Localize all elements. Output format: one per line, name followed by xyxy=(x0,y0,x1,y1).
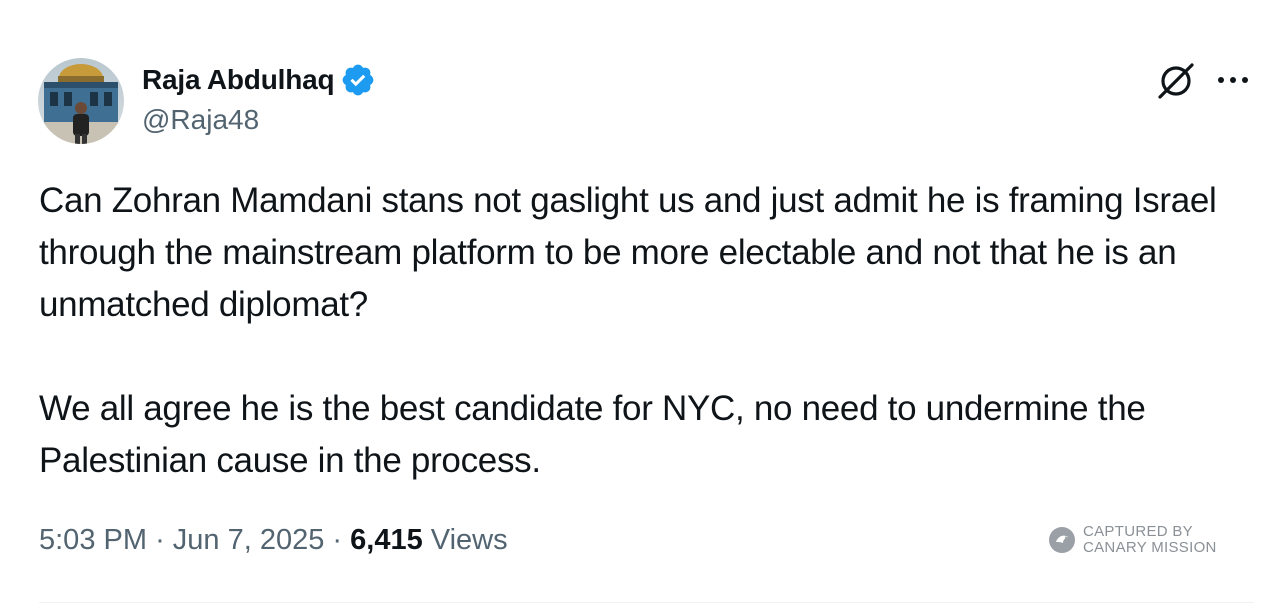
watermark: CAPTURED BY CANARY MISSION xyxy=(1048,524,1217,556)
meta-separator: · xyxy=(155,524,173,556)
author-handle[interactable]: @Raja48 xyxy=(142,104,259,136)
avatar-image xyxy=(38,58,124,144)
avatar[interactable] xyxy=(38,58,124,144)
tweet-card: Raja Abdulhaq @Raja48 Can Zohran Mamdani… xyxy=(0,0,1278,610)
divider xyxy=(39,602,1254,603)
tweet-paragraph: We all agree he is the best candidate fo… xyxy=(39,389,1146,480)
grok-icon[interactable] xyxy=(1155,60,1197,102)
author-name-row: Raja Abdulhaq xyxy=(142,61,376,99)
tweet-text: Can Zohran Mamdani stans not gaslight us… xyxy=(39,175,1254,487)
tweet-date[interactable]: Jun 7, 2025 xyxy=(173,524,325,556)
views-count: 6,415 xyxy=(350,524,423,556)
canary-logo-icon xyxy=(1048,526,1076,554)
views-label: Views xyxy=(430,524,508,556)
author-display-name[interactable]: Raja Abdulhaq xyxy=(142,64,335,96)
watermark-line-1: CAPTURED BY xyxy=(1083,523,1193,540)
watermark-text: CAPTURED BY CANARY MISSION xyxy=(1083,524,1217,556)
watermark-line-2: CANARY MISSION xyxy=(1083,539,1217,556)
verified-badge-icon[interactable] xyxy=(340,62,376,98)
tweet-paragraph: Can Zohran Mamdani stans not gaslight us… xyxy=(39,181,1217,324)
tweet-time[interactable]: 5:03 PM xyxy=(39,524,147,556)
more-options-icon[interactable] xyxy=(1212,62,1254,98)
tweet-meta: 5:03 PM · Jun 7, 2025 · 6,415 Views xyxy=(39,524,508,557)
meta-separator: · xyxy=(332,524,351,556)
